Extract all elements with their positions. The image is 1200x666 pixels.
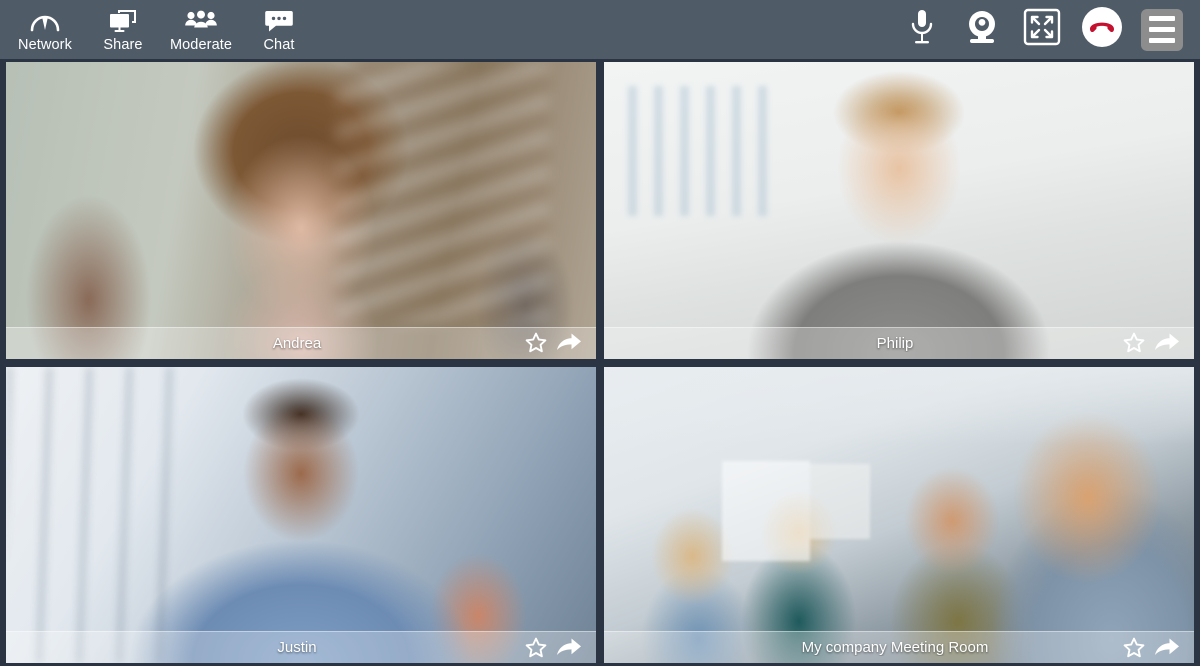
fullscreen-icon [1023, 8, 1061, 51]
share-arrow-icon[interactable] [1154, 331, 1180, 355]
video-grid: Andrea Philip Justin My company Meeting … [0, 62, 1200, 663]
chat-button[interactable]: Chat [240, 0, 318, 59]
share-arrow-icon[interactable] [1154, 636, 1180, 660]
network-button[interactable]: Network [6, 0, 84, 59]
star-icon[interactable] [1122, 331, 1146, 355]
network-gauge-icon [30, 6, 60, 36]
star-icon[interactable] [524, 331, 548, 355]
participant-video-meeting-room [604, 366, 1194, 663]
microphone-button[interactable] [894, 0, 950, 59]
moderate-button[interactable]: Moderate [162, 0, 240, 59]
participant-name: Philip [876, 334, 914, 352]
participant-video-justin [6, 366, 596, 663]
menu-icon [1141, 8, 1183, 51]
toolbar-right-group [894, 0, 1200, 59]
tile-namebar: Andrea [6, 326, 596, 359]
star-icon[interactable] [1122, 636, 1146, 660]
participant-name: Andrea [272, 334, 322, 352]
network-button-label: Network [18, 37, 72, 53]
tile-namebar: Philip [604, 326, 1194, 359]
tile-actions [1122, 331, 1194, 355]
video-tile-justin[interactable]: Justin [6, 366, 596, 663]
video-tile-philip[interactable]: Philip [604, 62, 1194, 359]
tile-namebar: Justin [6, 631, 596, 663]
participant-name: My company Meeting Room [801, 639, 989, 656]
share-arrow-icon[interactable] [556, 636, 582, 660]
hangup-button[interactable] [1074, 0, 1130, 59]
moderate-button-label: Moderate [169, 37, 233, 53]
share-button-label: Share [103, 37, 143, 53]
chat-button-label: Chat [263, 37, 295, 53]
tile-actions [1122, 636, 1194, 660]
video-tile-andrea[interactable]: Andrea [6, 62, 596, 359]
tile-namebar: My company Meeting Room [604, 631, 1194, 663]
menu-button[interactable] [1134, 0, 1190, 59]
microphone-icon [909, 8, 935, 51]
participant-name: Justin [277, 639, 317, 656]
tile-actions [524, 331, 596, 355]
hangup-icon [1080, 5, 1124, 54]
webcam-icon [963, 8, 1001, 51]
participant-video-andrea [6, 62, 596, 359]
people-group-icon [184, 6, 218, 36]
star-icon[interactable] [524, 636, 548, 660]
participant-video-philip [604, 62, 1194, 359]
tile-actions [524, 636, 596, 660]
webcam-button[interactable] [954, 0, 1010, 59]
screen-share-icon [108, 6, 138, 36]
video-tile-meeting-room[interactable]: My company Meeting Room [604, 366, 1194, 663]
fullscreen-button[interactable] [1014, 0, 1070, 59]
share-arrow-icon[interactable] [556, 331, 582, 355]
main-toolbar: Network Share Moderate Chat [0, 0, 1200, 62]
share-button[interactable]: Share [84, 0, 162, 59]
chat-bubble-icon [264, 6, 294, 36]
toolbar-left-group: Network Share Moderate Chat [0, 0, 318, 59]
